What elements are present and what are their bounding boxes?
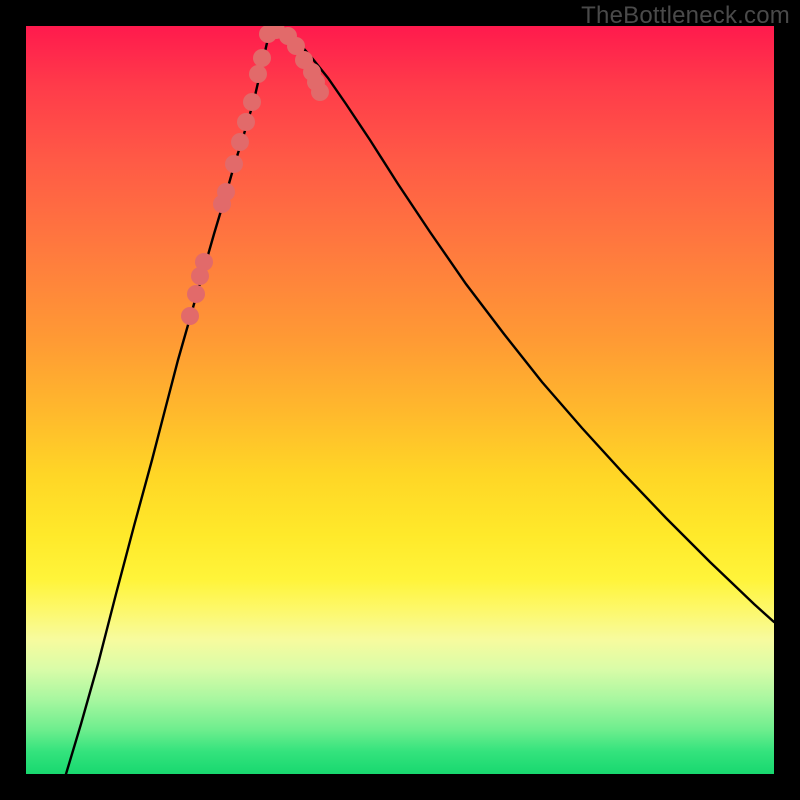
highlight-dot <box>237 113 255 131</box>
curve-layer <box>26 26 774 774</box>
watermark-text: TheBottleneck.com <box>581 2 790 30</box>
highlight-dot <box>253 49 271 67</box>
chart-frame: TheBottleneck.com <box>0 0 800 800</box>
highlight-dot <box>187 285 205 303</box>
highlight-dot <box>311 83 329 101</box>
highlight-dot <box>225 155 243 173</box>
highlight-dot <box>217 183 235 201</box>
highlight-dot <box>181 307 199 325</box>
highlight-dot <box>249 65 267 83</box>
highlight-dots <box>181 26 329 325</box>
highlight-dot <box>231 133 249 151</box>
highlight-dot <box>243 93 261 111</box>
highlight-dot <box>195 253 213 271</box>
plot-area <box>26 26 774 774</box>
bottleneck-curve <box>66 30 774 774</box>
